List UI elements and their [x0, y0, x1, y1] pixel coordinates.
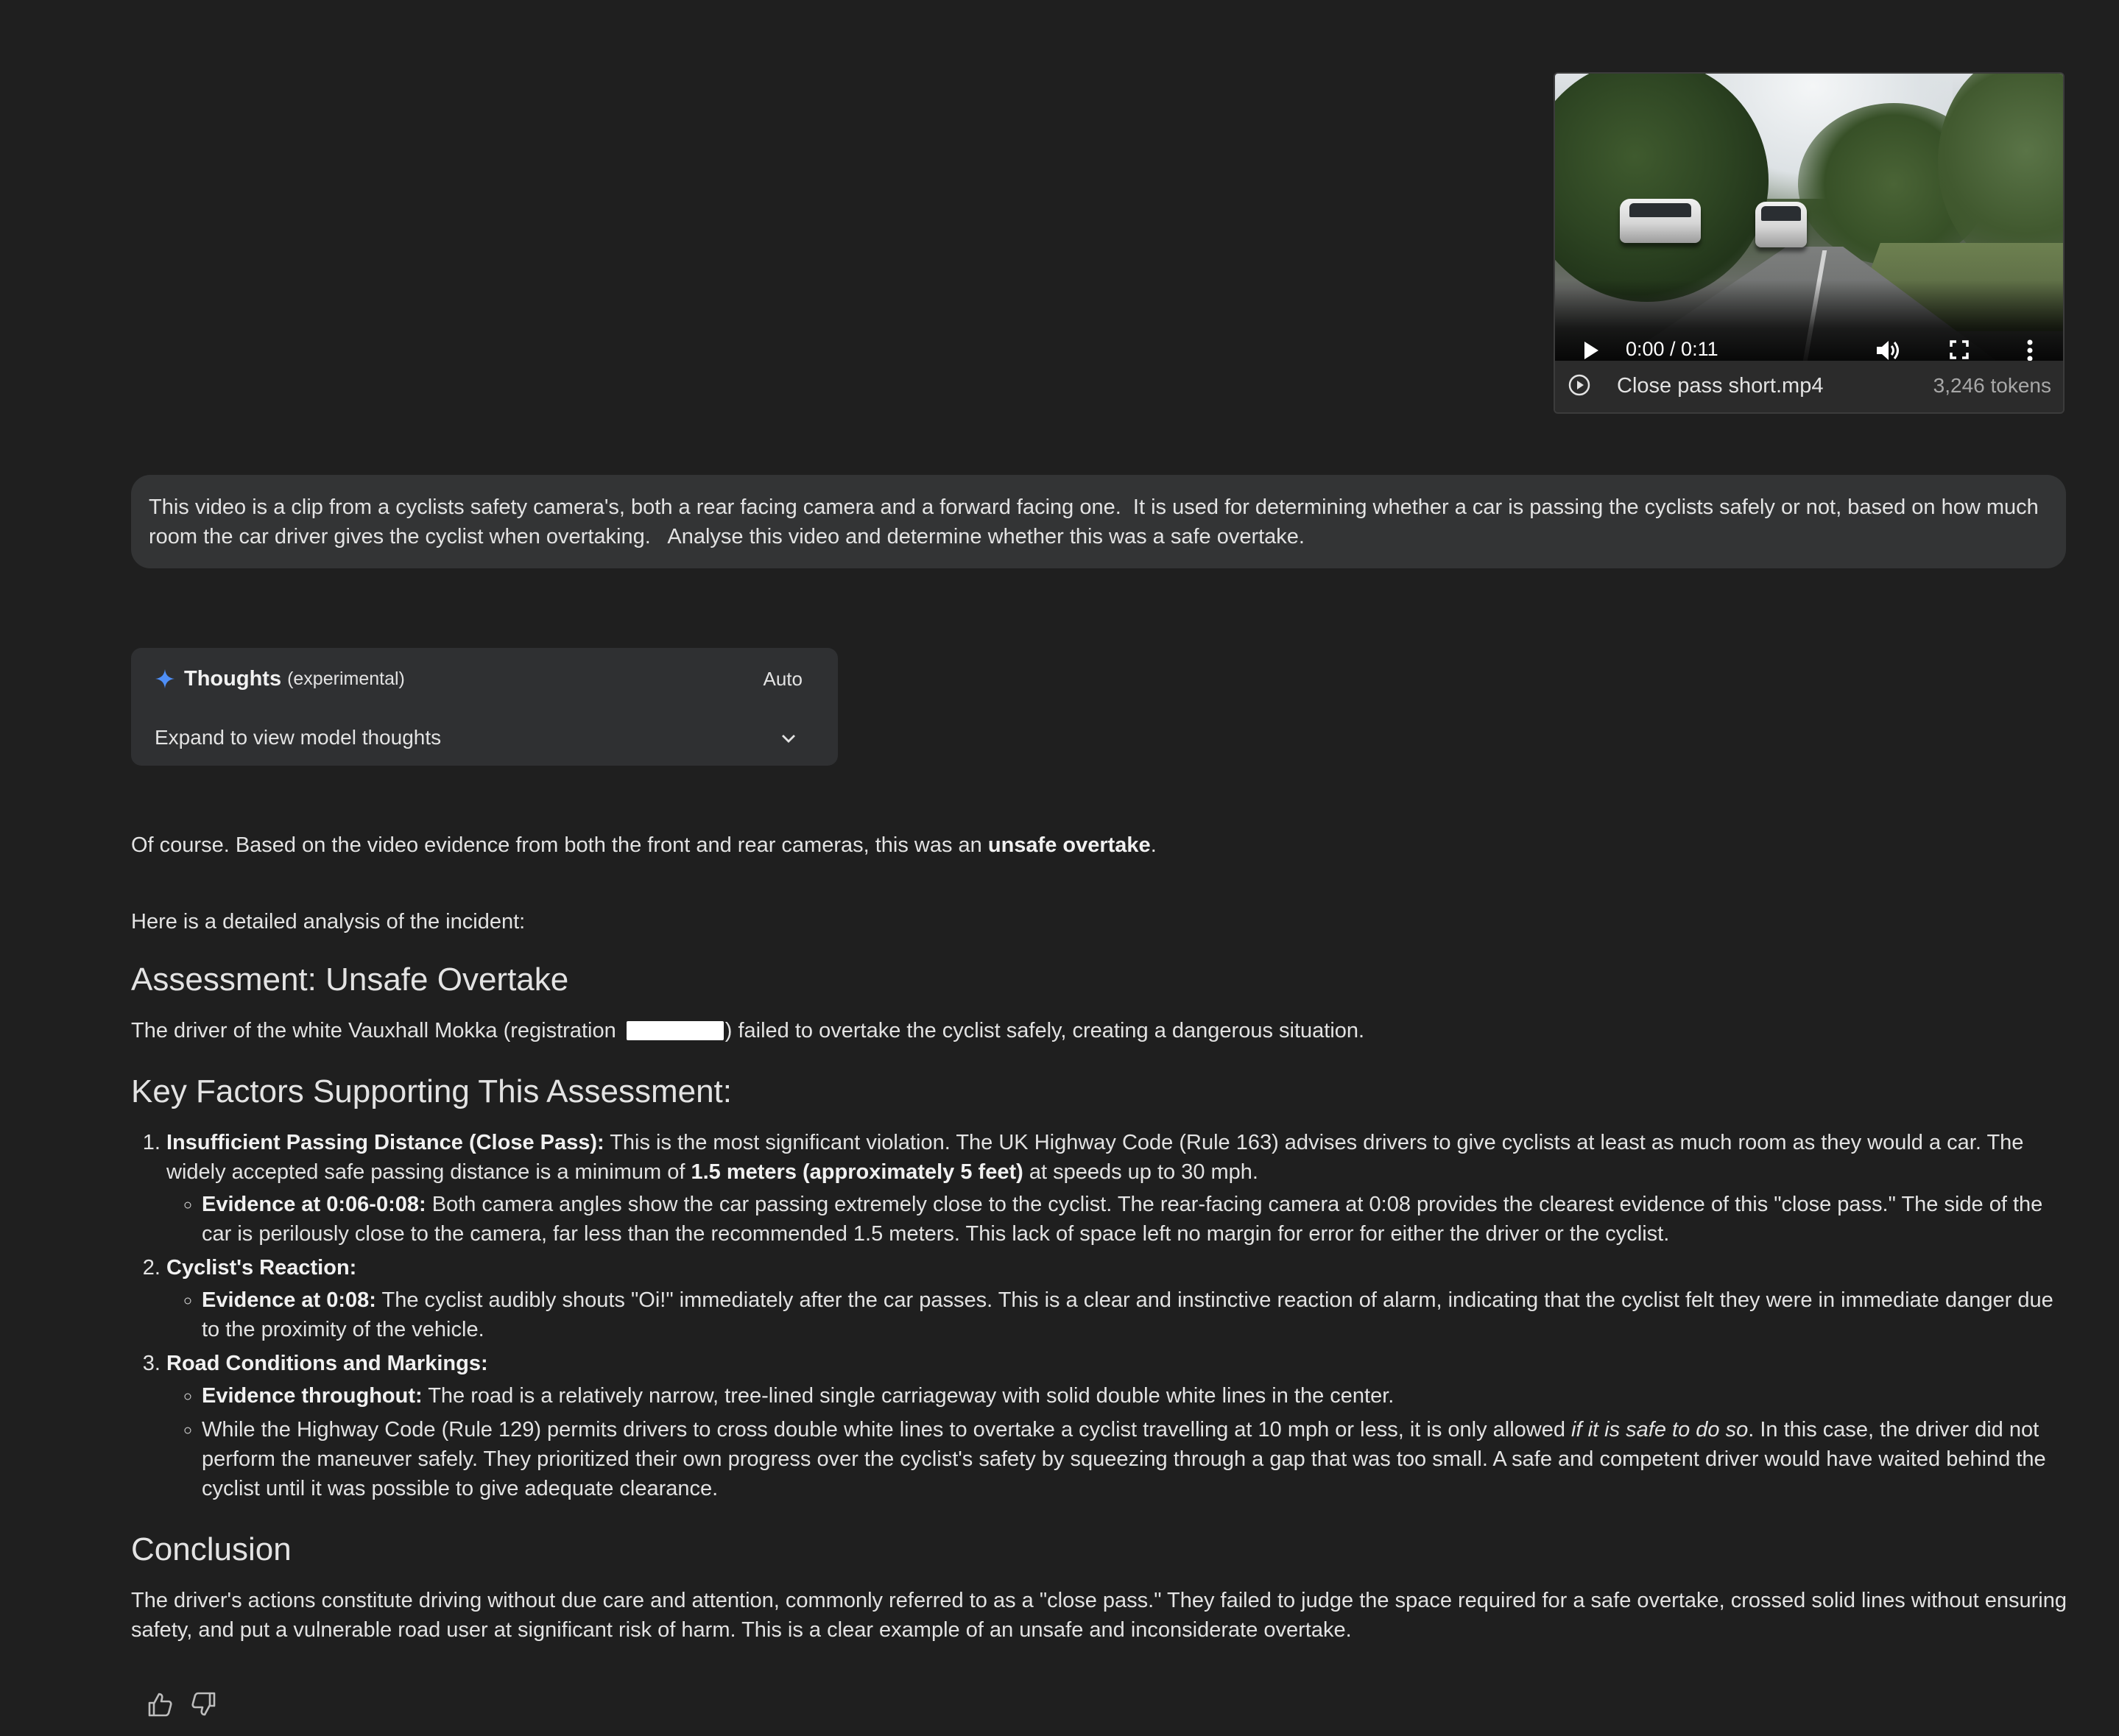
- factor-item: Road Conditions and Markings: Evidence t…: [166, 1349, 2067, 1503]
- evidence-list: Evidence at 0:06-0:08: Both camera angle…: [166, 1190, 2067, 1249]
- factor-item: Insufficient Passing Distance (Close Pas…: [166, 1128, 2067, 1249]
- video-scene-car: [1620, 199, 1701, 243]
- thumbs-up-icon[interactable]: [146, 1690, 174, 1718]
- attachment-file-name: Close pass short.mp4: [1617, 374, 1824, 398]
- response-intro: Of course. Based on the video evidence f…: [131, 833, 1157, 857]
- fullscreen-icon[interactable]: [1950, 340, 1969, 359]
- thoughts-header: Thoughts (experimental): [155, 664, 405, 694]
- video-scene-car: [1755, 202, 1807, 247]
- thumbs-down-icon[interactable]: [190, 1690, 218, 1718]
- model-response: Of course. Based on the video evidence f…: [131, 830, 2067, 1645]
- factors-list: Insufficient Passing Distance (Close Pas…: [131, 1128, 2067, 1503]
- feedback-buttons: [146, 1690, 218, 1718]
- expand-thoughts-button[interactable]: Expand to view model thoughts: [155, 723, 441, 752]
- evidence-item: Evidence at 0:08: The cyclist audibly sh…: [202, 1285, 2067, 1344]
- evidence-item: Evidence at 0:06-0:08: Both camera angle…: [202, 1190, 2067, 1249]
- factor-item: Cyclist's Reaction: Evidence at 0:08: Th…: [166, 1253, 2067, 1344]
- attachment-footer: Close pass short.mp4 3,246 tokens: [1555, 361, 2063, 412]
- assessment-heading: Assessment: Unsafe Overtake: [131, 961, 569, 998]
- factors-heading: Key Factors Supporting This Assessment:: [131, 1073, 732, 1109]
- play-circle-icon: [1568, 374, 1590, 396]
- response-detail-intro: Here is a detailed analysis of the incid…: [131, 910, 526, 934]
- thoughts-title: Thoughts: [184, 667, 282, 691]
- attachment-token-count: 3,246 tokens: [1933, 374, 2051, 397]
- sparkle-icon: [155, 669, 174, 688]
- assessment-text: The driver of the white Vauxhall Mokka (…: [131, 1019, 1365, 1042]
- evidence-list: Evidence at 0:08: The cyclist audibly sh…: [166, 1285, 2067, 1344]
- video-attachment[interactable]: 0:00 / 0:11 Close pass short.mp4 3,246 t…: [1554, 72, 2065, 414]
- play-icon[interactable]: [1584, 342, 1598, 359]
- evidence-item: Evidence throughout: The road is a relat…: [202, 1381, 2067, 1411]
- evidence-item: While the Highway Code (Rule 129) permit…: [202, 1415, 2067, 1503]
- conclusion-text: The driver's actions constitute driving …: [131, 1589, 2067, 1642]
- redacted-registration: [626, 1021, 724, 1040]
- video-player[interactable]: 0:00 / 0:11: [1555, 74, 2063, 361]
- more-vert-icon[interactable]: [2026, 339, 2034, 361]
- video-scene-tree: [1555, 74, 1769, 302]
- chevron-down-icon[interactable]: [780, 730, 797, 747]
- user-prompt: This video is a clip from a cyclists saf…: [131, 475, 2066, 568]
- thoughts-mode[interactable]: Auto: [764, 664, 803, 694]
- thoughts-subtitle: (experimental): [287, 668, 405, 689]
- volume-icon[interactable]: [1875, 339, 1901, 361]
- evidence-list: Evidence throughout: The road is a relat…: [166, 1381, 2067, 1503]
- video-time: 0:00 / 0:11: [1626, 338, 1718, 360]
- conclusion-heading: Conclusion: [131, 1531, 292, 1567]
- thoughts-panel[interactable]: Thoughts (experimental) Auto Expand to v…: [131, 648, 838, 766]
